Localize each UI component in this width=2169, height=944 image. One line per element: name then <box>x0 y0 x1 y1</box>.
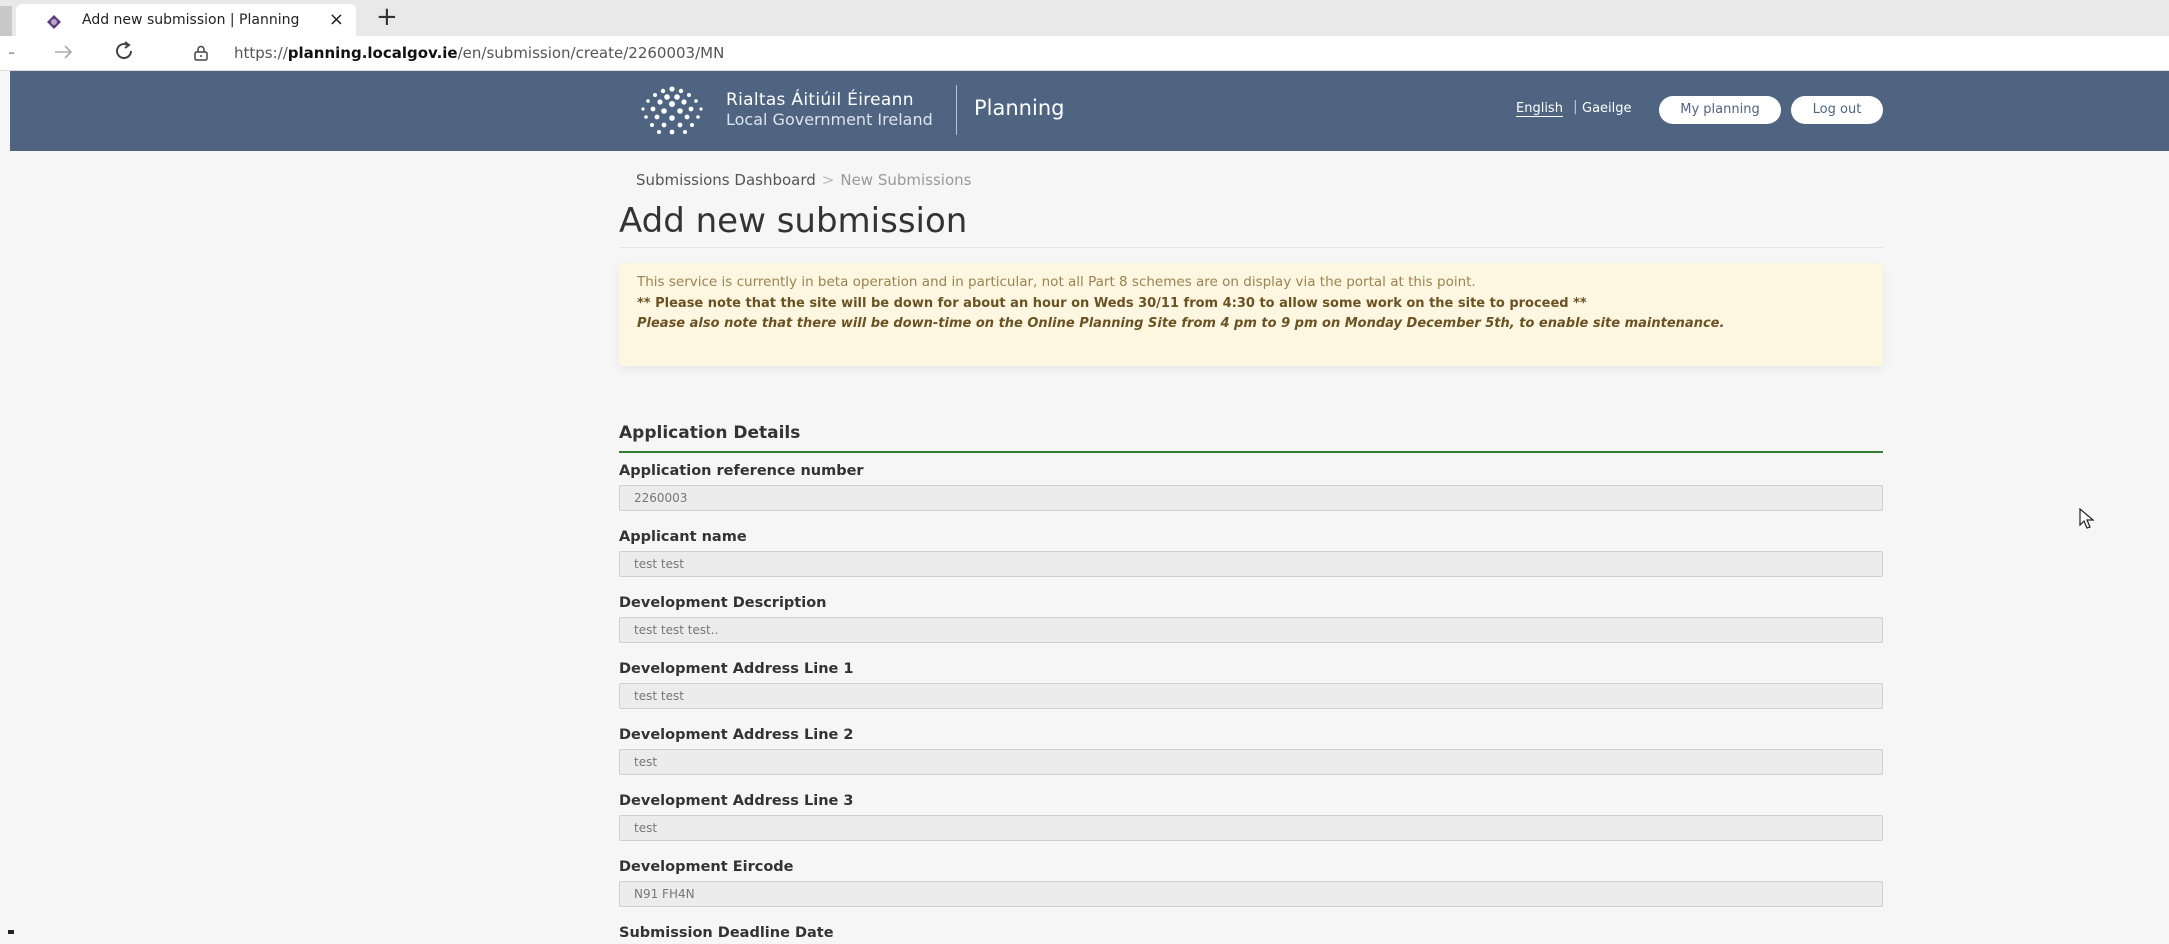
field-address-line-2: Development Address Line 2 <box>619 724 1883 775</box>
section-divider <box>619 451 1883 453</box>
address-line-3-input[interactable] <box>619 815 1883 841</box>
mouse-pointer-icon <box>2079 508 2095 529</box>
applicant-name-input[interactable] <box>619 551 1883 577</box>
close-icon[interactable]: × <box>329 9 344 30</box>
language-separator: | <box>1573 99 1578 115</box>
my-planning-button[interactable]: My planning <box>1659 96 1781 124</box>
notice-downtime-text: ** Please note that the site will be dow… <box>637 296 1587 311</box>
language-english-link[interactable]: English <box>1516 101 1563 117</box>
address-line-1-input[interactable] <box>619 683 1883 709</box>
field-label: Application reference number <box>619 463 864 479</box>
lgi-logo-icon[interactable] <box>636 85 708 137</box>
url-field[interactable]: https://planning.localgov.ie/en/submissi… <box>166 39 2156 67</box>
back-arrow-icon[interactable]: - <box>8 40 15 64</box>
app-name[interactable]: Planning <box>974 96 1064 120</box>
url-scheme: https:// <box>234 44 288 62</box>
field-label: Development Eircode <box>619 859 794 875</box>
favicon-icon <box>47 15 61 29</box>
address-bar: - https://planning.localgov.ie/en/submis… <box>0 36 2169 71</box>
field-label: Development Description <box>619 595 827 611</box>
field-development-eircode: Development Eircode <box>619 856 1883 907</box>
section-title-application-details: Application Details <box>619 423 801 443</box>
breadcrumb-dashboard-link[interactable]: Submissions Dashboard <box>636 171 816 189</box>
site-header: Rialtas Áitiúil Éireann Local Government… <box>10 71 2169 151</box>
application-reference-input[interactable] <box>619 485 1883 511</box>
reload-icon[interactable] <box>112 39 136 63</box>
field-development-description: Development Description <box>619 592 1883 643</box>
log-out-button[interactable]: Log out <box>1791 96 1883 124</box>
field-label: Development Address Line 2 <box>619 727 854 743</box>
notice-maintenance-text: Please also note that there will be down… <box>637 316 1725 331</box>
title-divider <box>619 247 1883 248</box>
notice-beta-text: This service is currently in beta operat… <box>637 274 1476 290</box>
page-title: Add new submission <box>619 201 968 241</box>
address-line-2-input[interactable] <box>619 749 1883 775</box>
url-text: https://planning.localgov.ie/en/submissi… <box>234 44 724 62</box>
field-address-line-3: Development Address Line 3 <box>619 790 1883 841</box>
browser-tab[interactable]: Add new submission | Planning × <box>16 4 356 36</box>
field-applicant-name: Applicant name <box>619 526 1883 577</box>
tab-strip-edge <box>0 6 12 36</box>
plus-icon[interactable]: + <box>376 2 398 32</box>
development-description-input[interactable] <box>619 617 1883 643</box>
field-label: Submission Deadline Date <box>619 925 834 941</box>
taskbar-edge <box>8 930 14 934</box>
url-domain: planning.localgov.ie <box>287 44 458 62</box>
field-label: Development Address Line 1 <box>619 661 854 677</box>
brand-name-irish: Rialtas Áitiúil Éireann <box>726 90 914 110</box>
beta-notice-alert: This service is currently in beta operat… <box>619 263 1883 366</box>
brand-name-english: Local Government Ireland <box>726 110 933 129</box>
lock-icon[interactable] <box>192 44 210 62</box>
field-application-reference: Application reference number <box>619 460 1883 511</box>
field-label: Applicant name <box>619 529 747 545</box>
breadcrumb: Submissions Dashboard > New Submissions <box>636 171 971 189</box>
field-submission-deadline: Submission Deadline Date <box>619 922 1883 944</box>
breadcrumb-current: New Submissions <box>840 171 972 189</box>
eircode-input[interactable] <box>619 881 1883 907</box>
brand-divider <box>956 85 957 135</box>
browser-tab-strip: Add new submission | Planning × + <box>0 0 2169 36</box>
url-path: /en/submission/create/2260003/MN <box>457 44 725 62</box>
forward-arrow-icon[interactable] <box>52 40 76 64</box>
field-label: Development Address Line 3 <box>619 793 854 809</box>
field-address-line-1: Development Address Line 1 <box>619 658 1883 709</box>
breadcrumb-separator: > <box>821 171 835 189</box>
language-irish-link[interactable]: Gaeilge <box>1582 101 1632 116</box>
tab-title: Add new submission | Planning <box>82 12 300 28</box>
